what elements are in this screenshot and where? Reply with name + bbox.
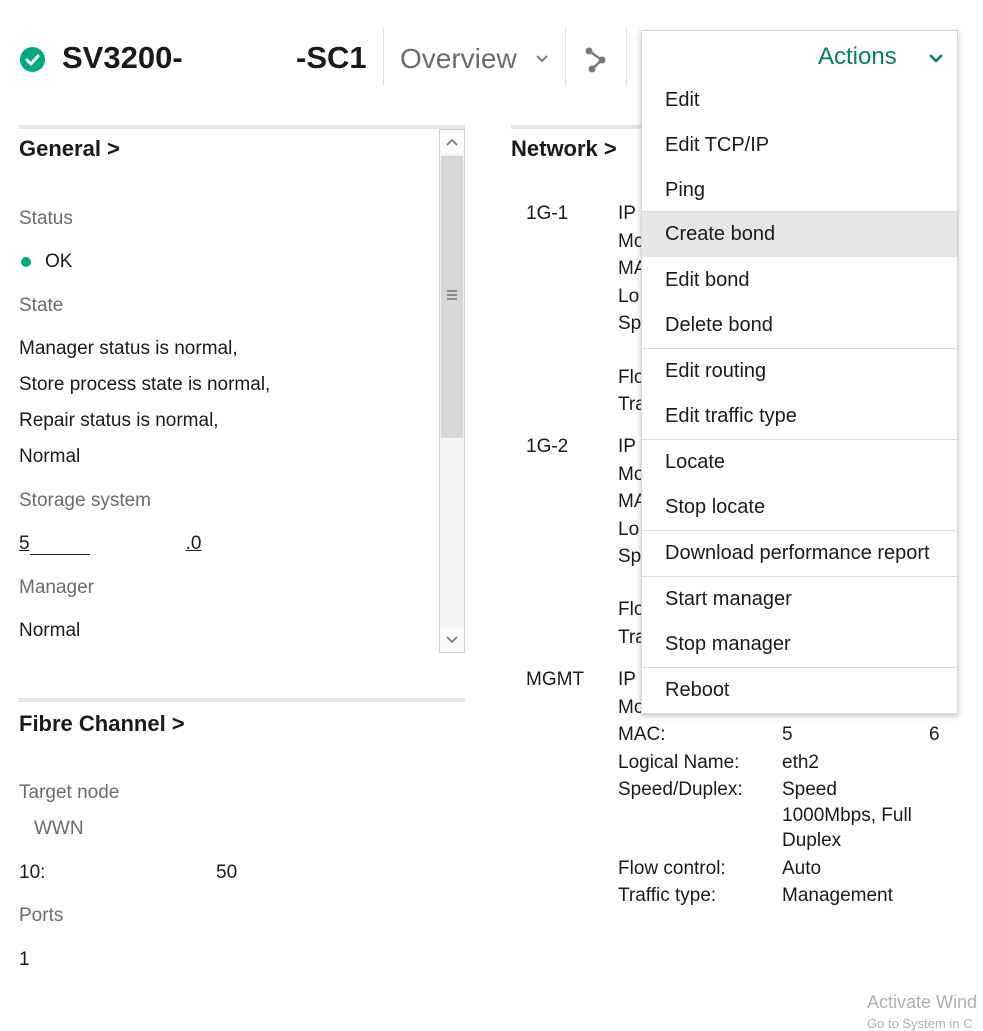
menu-item-edit[interactable]: Edit: [642, 78, 957, 123]
interface-key: Logical Name:: [618, 752, 740, 773]
menu-item-delete-bond[interactable]: Delete bond: [642, 303, 957, 348]
scroll-down-button[interactable]: [440, 628, 464, 652]
interface-key: MAC:: [618, 724, 666, 745]
header-divider: [626, 28, 627, 86]
header-divider: [565, 28, 566, 86]
interface-key: IP: [618, 669, 636, 690]
menu-item-stop-locate[interactable]: Stop locate: [642, 485, 957, 530]
general-section-link[interactable]: General >: [19, 136, 120, 162]
chevron-down-icon: [927, 49, 945, 72]
state-line: Store process state is normal,: [19, 374, 271, 395]
share-icon[interactable]: [584, 46, 608, 79]
menu-item-edit-tcpip[interactable]: Edit TCP/IP: [642, 123, 957, 168]
scroll-up-button[interactable]: [440, 130, 464, 154]
menu-item-ping[interactable]: Ping: [642, 168, 957, 213]
menu-item-edit-traffic-type[interactable]: Edit traffic type: [642, 394, 957, 439]
status-label: Status: [19, 208, 73, 229]
wwn-value-end: 50: [216, 862, 238, 883]
page-title-prefix: SV3200-: [62, 40, 183, 75]
interface-key: IP: [618, 203, 636, 224]
interface-key: Lo: [618, 519, 640, 540]
storage-system-label: Storage system: [19, 490, 151, 511]
menu-item-create-bond[interactable]: Create bond: [642, 212, 957, 257]
state-line: Repair status is normal,: [19, 410, 219, 431]
target-node-label: Target node: [19, 782, 120, 803]
interface-key: Traffic type:: [618, 885, 717, 906]
menu-item-locate[interactable]: Locate: [642, 440, 957, 485]
actions-menu: Actions Edit Edit TCP/IP Ping Create bon…: [641, 30, 958, 714]
mgmt-logical-name-value: eth2: [782, 752, 819, 773]
state-line: Manager status is normal,: [19, 338, 238, 359]
mgmt-speed-value: 1000Mbps, Full: [782, 805, 912, 826]
actions-button[interactable]: Actions: [642, 31, 957, 85]
network-section-link[interactable]: Network >: [511, 136, 617, 162]
panel-rule: [18, 698, 465, 702]
mgmt-mac-value-end: 6: [929, 724, 940, 745]
interface-key: Flow control:: [618, 858, 726, 879]
interface-key: Lo: [618, 286, 640, 307]
interface-name: 1G-1: [526, 203, 569, 224]
wwn-label: WWN: [34, 818, 84, 839]
status-ok-icon: [20, 47, 45, 72]
interface-name: MGMT: [526, 669, 585, 690]
menu-item-stop-manager[interactable]: Stop manager: [642, 622, 957, 667]
chevron-down-icon[interactable]: [534, 50, 550, 71]
manager-label: Manager: [19, 577, 94, 598]
page-title-suffix: -SC1: [296, 40, 367, 75]
status-dot-icon: [21, 257, 31, 267]
menu-item-reboot[interactable]: Reboot: [642, 668, 957, 713]
status-value: OK: [45, 251, 73, 272]
view-selector[interactable]: Overview: [400, 43, 517, 75]
interface-key: Speed/Duplex:: [618, 779, 743, 800]
wwn-value-start: 10:: [19, 862, 46, 883]
mgmt-speed-value: Speed: [782, 779, 837, 800]
storage-system-value-start: 5: [19, 533, 30, 554]
state-label: State: [19, 295, 64, 316]
menu-item-edit-bond[interactable]: Edit bond: [642, 258, 957, 303]
manager-value: Normal: [19, 620, 81, 641]
interface-key: Sp: [618, 313, 642, 334]
state-line: Normal: [19, 446, 81, 467]
mgmt-traffic-type-value: Management: [782, 885, 893, 906]
interface-key: IP: [618, 436, 636, 457]
fibre-channel-section-link[interactable]: Fibre Channel >: [19, 711, 185, 737]
ports-label: Ports: [19, 905, 64, 926]
storage-system-link[interactable]: 5.0: [19, 533, 201, 555]
menu-item-edit-routing[interactable]: Edit routing: [642, 349, 957, 394]
activation-watermark: Activate Wind: [867, 992, 978, 1012]
scroll-grip-icon: [447, 290, 457, 302]
panel-rule: [511, 125, 641, 129]
header-divider: [383, 28, 384, 86]
actions-label: Actions: [818, 43, 897, 70]
panel-rule: [18, 125, 465, 129]
ports-value: 1: [19, 949, 30, 970]
activation-watermark-subtext: Go to System in C: [867, 1016, 973, 1031]
interface-key: Sp: [618, 546, 642, 567]
redacted-text: [29, 536, 90, 555]
interface-name: 1G-2: [526, 436, 569, 457]
mgmt-speed-value: Duplex: [782, 830, 842, 851]
menu-item-start-manager[interactable]: Start manager: [642, 577, 957, 622]
menu-item-download-performance-report[interactable]: Download performance report: [642, 531, 957, 576]
mgmt-mac-value-start: 5: [782, 724, 793, 745]
general-scrollbar[interactable]: [439, 129, 465, 653]
storage-system-value-end: .0: [185, 533, 202, 554]
mgmt-flow-control-value: Auto: [782, 858, 822, 879]
